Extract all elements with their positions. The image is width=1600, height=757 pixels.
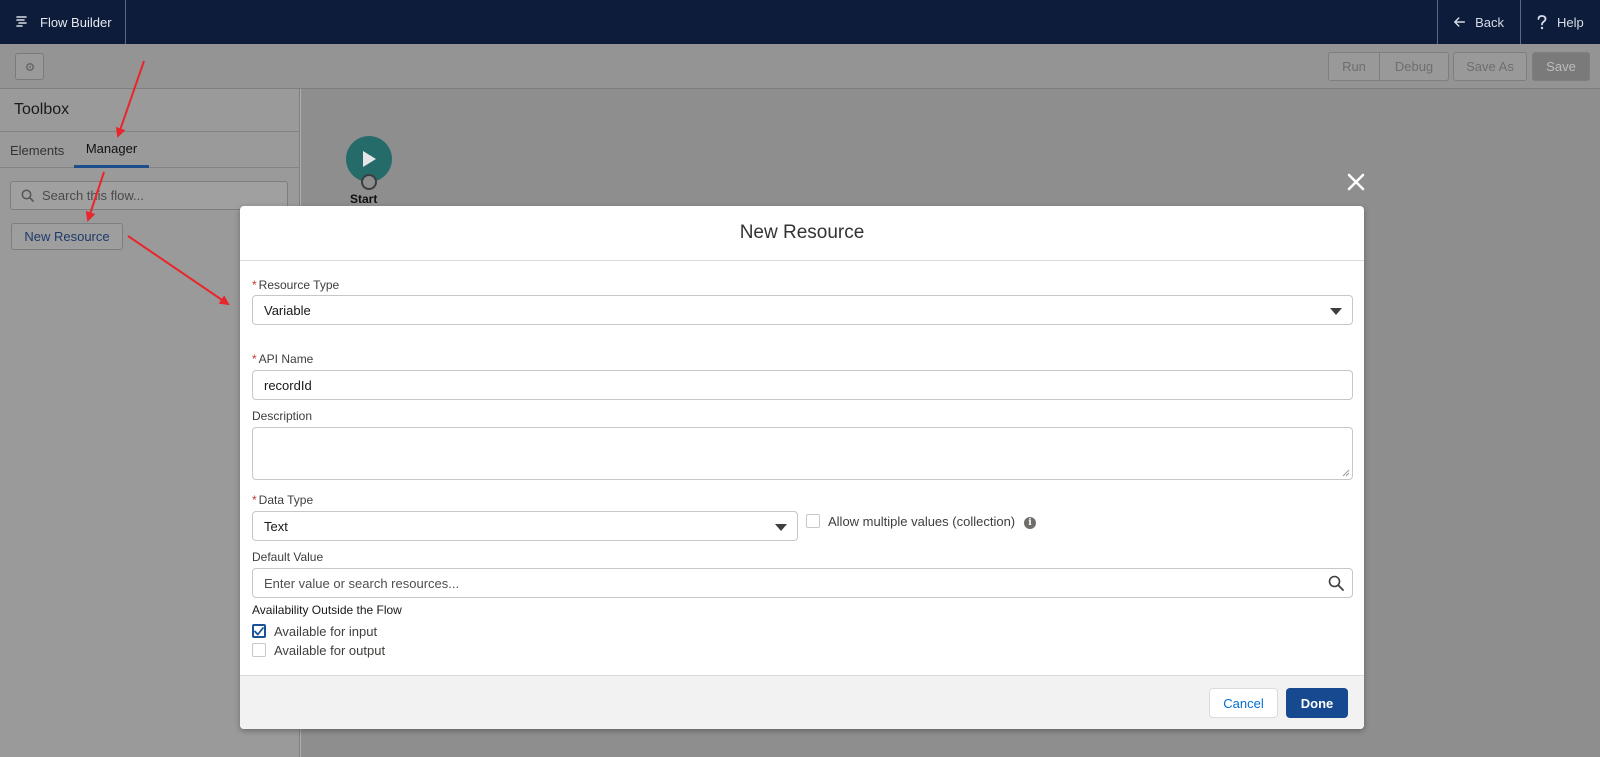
toolbox-tabs: Elements Manager [0,131,300,168]
arrow-left-icon [1454,17,1466,27]
app-brand[interactable]: Flow Builder [0,0,126,44]
run-button[interactable]: Run [1328,52,1380,81]
settings-button[interactable] [15,53,44,80]
data-type-label: * Data Type [252,493,314,507]
required-marker: * [252,493,257,507]
debug-button[interactable]: Debug [1379,52,1449,81]
close-icon[interactable] [1344,170,1368,194]
start-label: Start [350,192,378,206]
flow-icon [16,16,27,27]
api-name-label: * API Name [252,352,314,366]
resource-type-select[interactable]: Variable [252,295,1353,325]
search-icon [21,189,34,202]
available-output-label: Available for output [274,643,386,658]
description-textarea[interactable] [252,427,1353,480]
resource-type-value: Variable [264,302,311,318]
data-type-value: Text [264,518,288,534]
allow-multiple-checkbox[interactable] [806,514,820,528]
start-connector-handle[interactable] [361,174,377,190]
required-marker: * [252,278,257,292]
default-value-input[interactable]: Enter value or search resources... [252,568,1353,598]
cancel-button[interactable]: Cancel [1209,688,1278,718]
default-value-label: Default Value [252,550,324,564]
new-resource-modal: New Resource * Resource Type Variable * AP… [240,206,1364,729]
api-name-input[interactable]: recordId [252,370,1353,400]
available-input-label: Available for input [274,624,378,639]
available-output-checkbox[interactable] [252,643,266,657]
global-header: Flow Builder Back Help [0,0,1600,44]
tab-manager[interactable]: Manager [74,132,149,168]
checkmark-icon [254,626,264,635]
toolbox-title: Toolbox [14,101,70,118]
flow-toolbar: Run Debug Save As Save [0,44,1600,89]
app-title: Flow Builder [40,14,112,30]
availability-title: Availability Outside the Flow [252,603,402,617]
gear-icon [25,62,34,71]
done-button[interactable]: Done [1286,688,1348,718]
description-label: Description [252,409,313,423]
chevron-down-icon [1330,308,1342,315]
question-icon [1537,14,1547,29]
chevron-down-icon [775,524,787,531]
save-as-button[interactable]: Save As [1453,52,1527,81]
back-button[interactable]: Back [1437,0,1520,44]
new-resource-button[interactable]: New Resource [11,223,123,250]
resource-type-label: * Resource Type [252,278,340,292]
available-input-checkbox[interactable] [252,624,266,638]
help-button[interactable]: Help [1520,0,1600,44]
back-label: Back [1475,14,1504,30]
search-icon[interactable] [1328,575,1344,591]
help-label: Help [1557,14,1584,30]
resize-handle-icon[interactable] [1342,469,1350,477]
play-icon [363,151,376,167]
info-icon[interactable]: i [1024,517,1036,529]
allow-multiple-label: Allow multiple values (collection) [828,514,1016,529]
default-value-placeholder: Enter value or search resources... [264,575,460,591]
tab-elements[interactable]: Elements [10,132,70,168]
modal-title: New Resource [240,206,1364,261]
flow-search-placeholder: Search this flow... [42,188,144,203]
required-marker: * [252,352,257,366]
save-button[interactable]: Save [1532,52,1590,81]
modal-footer: Cancel Done [240,675,1364,729]
api-name-value: recordId [264,377,312,393]
data-type-select[interactable]: Text [252,511,798,541]
